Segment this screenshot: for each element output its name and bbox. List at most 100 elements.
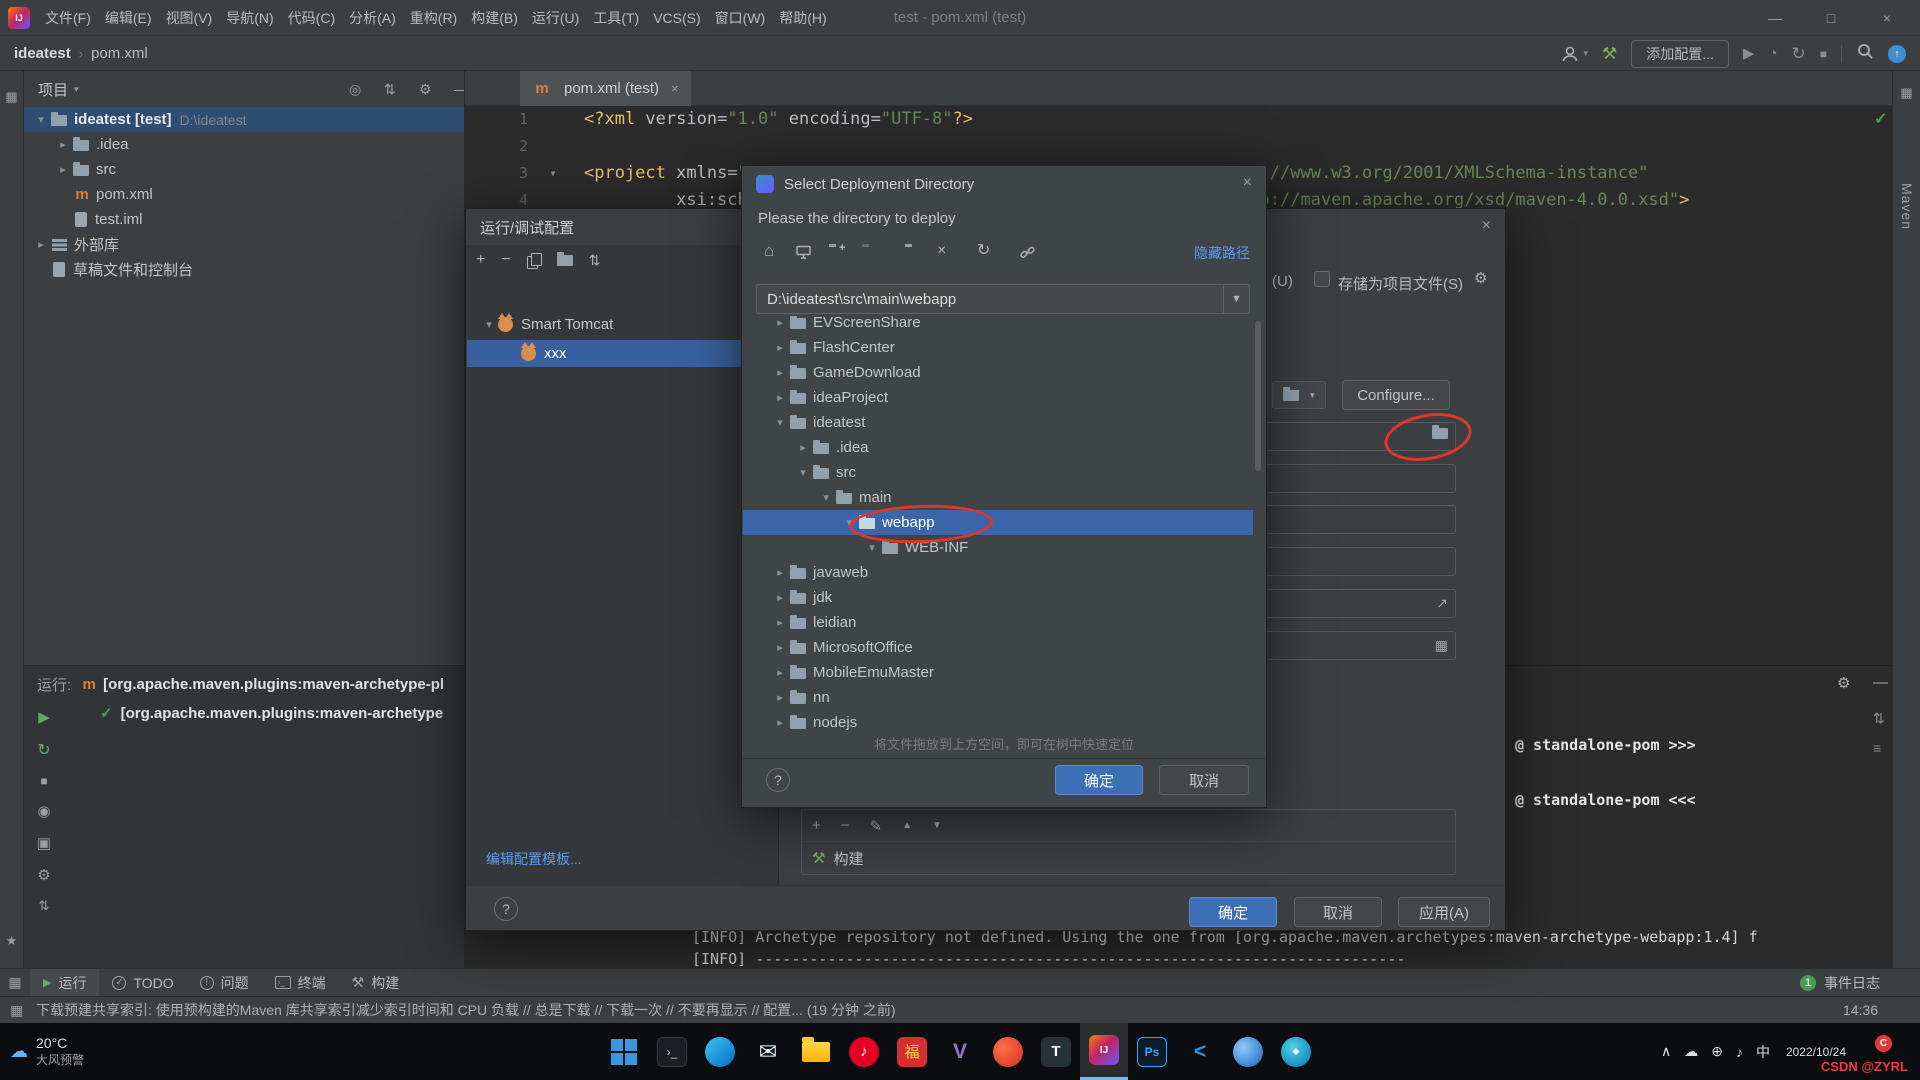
project-view-selector[interactable]: 项目 [38,79,68,100]
deploy-tree-row[interactable]: ▸nodejs [743,710,1253,732]
home-icon[interactable]: ⌂ [764,242,774,260]
taskbar-app-fu[interactable]: 福 [888,1023,936,1080]
taskbar-app-vscode[interactable]: < [1176,1023,1224,1080]
configure-button[interactable]: Configure... [1342,380,1450,410]
menu-item[interactable]: 窗口(W) [708,0,773,36]
deploy-tree-row[interactable]: ▸FlashCenter [743,335,1253,360]
deploy-tree-row[interactable]: ▾main [743,485,1253,510]
list-icon[interactable]: ▦ [1435,637,1448,654]
deploy-tree-row[interactable]: ▸nn [743,685,1253,710]
menu-item[interactable]: 重构(R) [403,0,464,36]
refresh-icon[interactable]: ↻ [977,242,990,260]
store-project-file-checkbox[interactable] [1314,271,1330,287]
commit-toolwindow-icon[interactable]: ▦ [0,89,23,105]
scroll-icons[interactable]: ⇅ [39,898,50,914]
deploy-tree-row[interactable]: ▾WEB-INF [743,535,1253,560]
profiler-icon[interactable]: ◔ [1768,46,1777,61]
taskbar-app-edge[interactable] [696,1023,744,1080]
close-dialog-icon[interactable]: × [1243,174,1252,192]
tray-network-icon[interactable]: ⊕ [1711,1043,1723,1060]
taskbar-app-explorer[interactable] [792,1023,840,1080]
config-item-row-selected[interactable]: xxx [467,340,778,367]
menu-item[interactable]: 构建(B) [464,0,525,36]
breadcrumb-project[interactable]: ideatest [14,45,71,62]
ok-button[interactable]: 确定 [1189,897,1277,927]
soft-wrap-icon[interactable]: ≡ [1873,740,1881,756]
run-icon[interactable]: ▶ [1743,46,1755,61]
notifications-icon[interactable]: ▦ [1893,85,1920,101]
taskbar-app-netease[interactable]: ♪ [840,1023,888,1080]
cancel-button[interactable]: 取消 [1294,897,1382,927]
tab-todo[interactable]: ✓ TODO [99,969,186,996]
hide-panel-icon[interactable]: — [454,81,465,97]
stop-icon[interactable]: ■ [1820,48,1827,60]
remove-task-icon[interactable]: − [841,817,850,834]
toolwindow-switcher-icon[interactable]: ▦ [0,974,30,991]
console-settings-gear-icon[interactable]: ⚙ [1837,674,1850,692]
user-avatar-button[interactable]: ▾ [1560,44,1588,64]
event-log-button[interactable]: 1 事件日志 [1800,969,1880,997]
browse-folder-split-button[interactable]: ▾ [1272,381,1326,409]
project-tree-row[interactable]: ▾ideatest [test]D:\ideatest [24,107,464,132]
deploy-tree-row[interactable]: ▾ideatest [743,410,1253,435]
tray-expand-icon[interactable]: ∧ [1661,1043,1671,1060]
edit-templates-link[interactable]: 编辑配置模板... [486,849,582,869]
scroll-to-end-icon[interactable]: ⇅ [1873,710,1885,727]
hide-path-link[interactable]: 隐藏路径 [1194,243,1250,263]
tab-problems[interactable]: ! 问题 [187,969,262,996]
settings-icon[interactable]: ⚙ [37,866,50,884]
delete-icon[interactable]: × [937,242,946,260]
project-tree-row[interactable]: mpom.xml [24,182,464,207]
console-hide-icon[interactable]: — [1873,674,1888,691]
gear-icon[interactable]: ⚙ [419,81,432,98]
project-tree-row[interactable]: test.iml [24,207,464,232]
search-everywhere-icon[interactable] [1856,42,1874,65]
add-task-icon[interactable]: + [812,817,821,834]
breadcrumb-file[interactable]: pom.xml [91,45,148,62]
menu-item[interactable]: 文件(F) [38,0,98,36]
deploy-tree-row[interactable]: ▾src [743,460,1253,485]
gear-icon[interactable]: ⚙ [1474,269,1487,287]
project-tree-row[interactable]: 草稿文件和控制台 [24,257,464,282]
menu-item[interactable]: 帮助(H) [772,0,833,36]
taskbar-app-compass[interactable]: ◆ [1272,1023,1320,1080]
menu-item[interactable]: 分析(A) [342,0,403,36]
tray-ime-icon[interactable]: 中 [1756,1042,1770,1062]
deploy-tree-row[interactable]: ▸EVScreenShare [743,316,1253,335]
tray-volume-icon[interactable]: ♪ [1736,1044,1743,1060]
apply-button[interactable]: 应用(A) [1398,897,1490,927]
rerun-run-icon[interactable]: ▶ [38,708,50,726]
menu-item[interactable]: 工具(T) [586,0,646,36]
menu-item[interactable]: 视图(V) [159,0,220,36]
help-button[interactable]: ? [494,897,518,921]
deploy-tree-row[interactable]: ▸.idea [743,435,1253,460]
tab-run[interactable]: ▶ 运行 [30,969,99,996]
taskbar-app-visualstudio[interactable]: V [936,1023,984,1080]
path-combobox[interactable]: D:\ideatest\src\main\webapp ▼ [756,284,1250,314]
snapshot-icon[interactable]: ▣ [37,834,51,852]
tray-cloud-icon[interactable]: ☁ [1684,1043,1698,1060]
taskbar-app-sphere[interactable] [1224,1023,1272,1080]
project-tree-row[interactable]: ▸外部库 [24,232,464,257]
sort-icon[interactable]: ⇅ [589,252,601,269]
maven-toolwindow-button[interactable]: Maven [1899,183,1915,230]
menu-item[interactable]: 编辑(E) [98,0,159,36]
window-icon[interactable]: ▦ [10,1002,23,1019]
taskbar-app-mail[interactable]: ✉ [744,1023,792,1080]
close-dialog-icon[interactable]: × [1482,217,1491,235]
status-message[interactable]: 下载预建共享索引: 使用预构建的Maven 库共享索引减少索引时间和 CPU 负… [36,1000,896,1020]
expand-icon[interactable]: ↗ [1436,595,1448,612]
config-group-row[interactable]: ▾ Smart Tomcat [480,311,613,338]
project-tree-row[interactable]: ▸src [24,157,464,182]
favorites-icon[interactable]: ★ [0,933,23,949]
stop-icon[interactable]: ■ [40,774,47,788]
folder-group-icon[interactable] [557,255,573,266]
build-hammer-icon[interactable]: ⚒ [1602,45,1617,62]
link-icon[interactable] [1020,245,1035,265]
remove-config-icon[interactable]: − [501,251,510,269]
deploy-tree-row[interactable]: ▸MobileEmuMaster [743,660,1253,685]
deploy-dialog-titlebar[interactable]: Select Deployment Directory × [742,166,1266,202]
refresh-icon[interactable]: ↻ [37,740,50,760]
ok-button[interactable]: 确定 [1055,765,1143,795]
taskbar-app-redapp[interactable] [984,1023,1032,1080]
